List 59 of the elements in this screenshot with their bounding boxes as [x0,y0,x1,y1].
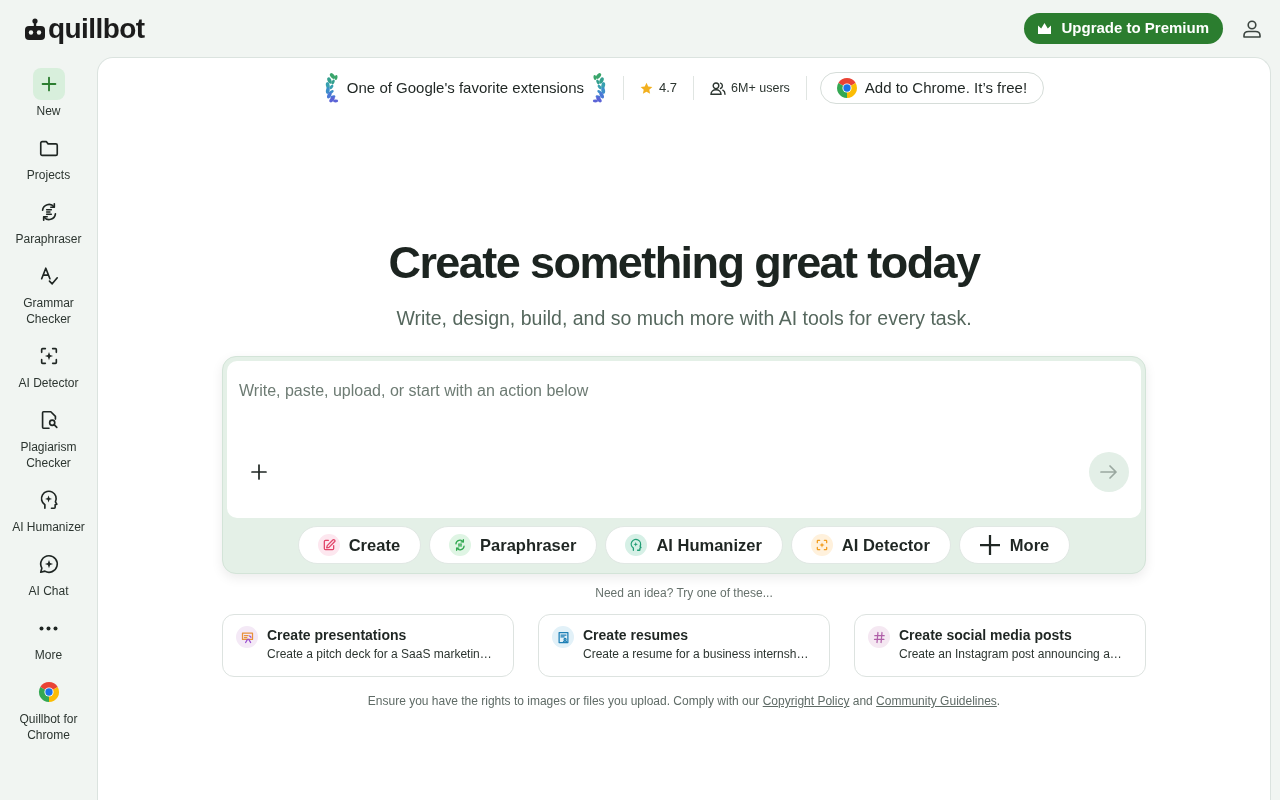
card-description: Create a pitch deck for a SaaS marketin… [267,646,492,662]
chat-sparkle-icon [37,553,60,575]
plus-icon [251,464,267,480]
card-title: Create social media posts [899,626,1073,644]
card-description: Create a resume for a business internsh… [583,646,809,662]
sidebar-item[interactable]: Quillbot for Chrome [4,676,93,743]
suggestion-card[interactable]: Create resumes Create a resume for a business internsh… [538,614,830,677]
crown-icon [1038,23,1052,34]
action-button[interactable]: Create [297,526,422,564]
action-button[interactable]: Paraphraser [429,526,598,564]
hero-title: Create something great today [388,237,980,289]
card-description: Create an Instagram post announcing a… [899,646,1122,662]
laurel-icon [323,72,339,104]
presentation-board-icon [236,626,258,648]
laurel-icon [592,72,608,104]
sidebar-item[interactable]: Grammar Checker [4,260,93,327]
hero-subtitle: Write, design, build, and so much more with AI tools for every task. [396,306,972,331]
suggestion-prompt: Need an idea? Try one of these... [595,585,773,601]
paraphrase-arrows-icon [449,534,472,556]
policy-link[interactable]: Copyright Policy [762,694,850,708]
policy-link[interactable]: Community Guidelines [876,694,997,708]
plus-icon [32,68,65,100]
users-icon [710,81,727,95]
action-button[interactable]: AI Humanizer [605,526,783,564]
sidebar-item[interactable]: More [4,612,93,663]
prompt-input[interactable]: Write, paste, upload, or start with an action below [227,361,1141,518]
more-dots-icon [39,625,58,631]
sidebar-item[interactable]: AI Detector [4,340,93,391]
disclaimer-text: Ensure you have the rights to images or files you upload. Comply with our Copyright Policy and Community Guidelines. [367,693,1001,709]
sparkle-frame-icon [810,534,833,556]
add-to-chrome-button[interactable]: Add to Chrome. It’s free! [819,72,1045,104]
hashtag-icon [868,626,890,648]
card-title: Create presentations [267,626,408,644]
sidebar-item[interactable]: AI Humanizer [4,484,93,535]
star-icon [640,81,654,95]
upgrade-button[interactable]: Upgrade to Premium [1024,13,1223,44]
sidebar-item[interactable]: AI Chat [4,548,93,599]
sidebar-item[interactable]: Plagiarism Checker [4,404,93,471]
resume-document-icon [552,626,574,648]
rating-text: 4.7 [659,79,678,98]
sidebar-item[interactable]: Paraphraser [4,196,93,247]
new-button[interactable]: New [4,68,93,119]
head-sparkle-icon [625,534,648,556]
chrome-icon [37,681,60,703]
sidebar-item[interactable]: Projects [4,132,93,183]
pencil-square-icon [317,534,340,556]
chrome-icon [836,78,857,98]
user-icon[interactable] [1243,19,1261,38]
action-button[interactable]: More [958,526,1071,564]
card-title: Create resumes [583,626,690,644]
logo-text: quillbot [48,14,145,43]
suggestion-card[interactable]: Create presentations Create a pitch deck for a SaaS marketin… [222,614,514,677]
users-count-text: 6M+ users [731,79,790,97]
action-button[interactable]: AI Detector [790,526,951,564]
plus-icon [978,534,1001,556]
suggestion-card[interactable]: Create social media posts Create an Instagram post announcing a… [854,614,1146,677]
award-text: One of Google's favorite extensions [346,77,585,98]
robot-logo-icon [25,17,45,40]
arrow-right-icon [1100,464,1118,480]
